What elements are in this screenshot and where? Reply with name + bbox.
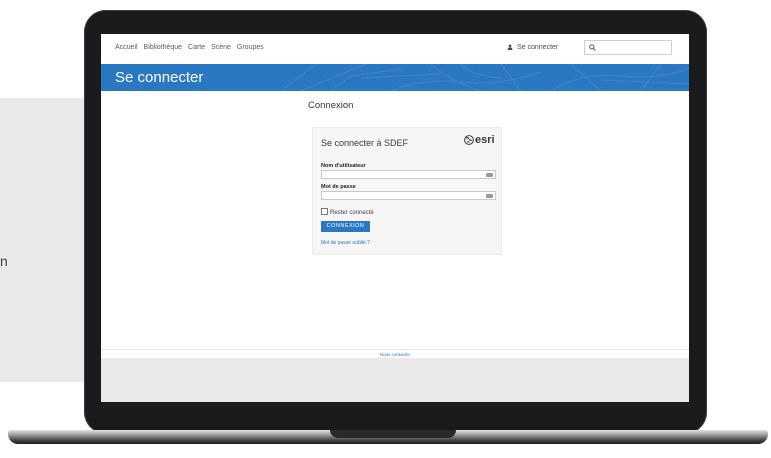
background-text: n	[0, 253, 8, 269]
search-icon	[589, 44, 596, 51]
esri-globe-icon	[464, 135, 474, 145]
banner: Se connecter	[101, 64, 689, 91]
top-nav: Accueil Bibliothèque Carte Scène Groupes…	[101, 34, 689, 65]
nav-item-carte[interactable]: Carte	[188, 44, 205, 51]
remember-checkbox[interactable]	[321, 208, 328, 215]
esri-wordmark: esri	[475, 134, 495, 146]
keyboard-icon	[486, 172, 493, 177]
signin-link[interactable]: Se connecter	[507, 44, 558, 51]
signin-label: Se connecter	[517, 44, 559, 51]
nav-item-scene[interactable]: Scène	[211, 44, 231, 51]
keyboard-icon	[486, 193, 493, 198]
remember-label: Rester connecté	[330, 210, 374, 216]
login-card: Se connecter à SDEF esri Nom d'utilisate…	[312, 127, 502, 255]
search-box[interactable]	[584, 40, 673, 55]
laptop-notch	[330, 430, 456, 438]
search-input[interactable]	[599, 42, 673, 55]
nav-item-bibliotheque[interactable]: Bibliothèque	[144, 44, 183, 51]
nav-item-accueil[interactable]: Accueil	[115, 44, 138, 51]
login-button[interactable]: CONNEXION	[321, 221, 370, 232]
password-field[interactable]	[321, 191, 496, 200]
username-label: Nom d'utilisateur	[321, 163, 366, 169]
page-title: Se connecter	[115, 69, 204, 86]
username-field[interactable]	[321, 170, 496, 179]
esri-logo: esri	[464, 134, 495, 146]
card-title: Se connecter à SDEF	[321, 138, 409, 148]
contact-link[interactable]: Nous contacter	[101, 352, 689, 357]
nav-links: Accueil Bibliothèque Carte Scène Groupes	[115, 44, 268, 51]
footer-band	[101, 358, 689, 402]
remember-me[interactable]: Rester connecté	[321, 208, 374, 216]
password-label: Mot de passe	[321, 184, 356, 190]
person-icon	[507, 44, 513, 50]
footer-divider	[101, 349, 689, 350]
section-heading: Connexion	[308, 100, 354, 111]
forgot-password-link[interactable]: Mot de passe oublié ?	[321, 240, 370, 246]
laptop-screen: Accueil Bibliothèque Carte Scène Groupes…	[101, 34, 689, 402]
nav-item-groupes[interactable]: Groupes	[237, 44, 264, 51]
